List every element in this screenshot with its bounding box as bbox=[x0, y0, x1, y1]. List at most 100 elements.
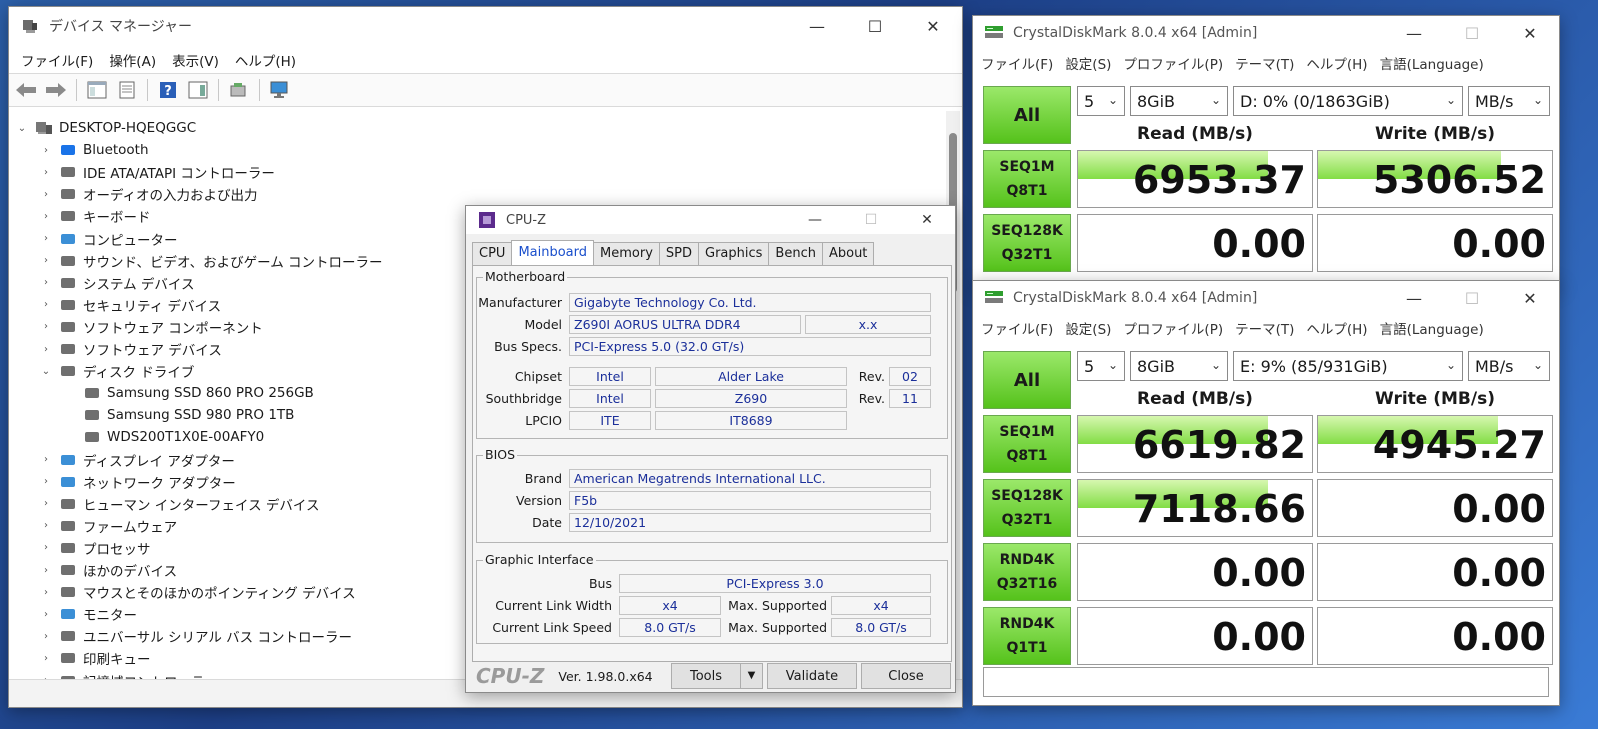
minimize-button[interactable]: — bbox=[787, 206, 843, 234]
chevron-right-icon[interactable]: › bbox=[39, 255, 53, 266]
close-button[interactable]: ✕ bbox=[1501, 16, 1559, 50]
tree-child-item[interactable]: Samsung SSD 980 PRO 1TB bbox=[83, 404, 294, 426]
properties-icon[interactable] bbox=[114, 77, 140, 103]
menu-file[interactable]: ファイル(F) bbox=[975, 53, 1059, 73]
tree-category-item[interactable]: › オーディオの入力および出力 bbox=[39, 183, 258, 205]
test-button[interactable]: SEQ128K Q32T1 bbox=[983, 479, 1071, 537]
tree-category-item[interactable]: › ディスプレイ アダプター bbox=[39, 449, 235, 471]
tree-category-item[interactable]: › IDE ATA/ATAPI コントローラー bbox=[39, 161, 275, 183]
menu-language[interactable]: 言語(Language) bbox=[1374, 53, 1490, 73]
menu-profile[interactable]: プロファイル(P) bbox=[1117, 318, 1229, 338]
chevron-down-icon[interactable]: ⌄ bbox=[15, 123, 29, 134]
chevron-right-icon[interactable]: › bbox=[39, 565, 53, 576]
chevron-right-icon[interactable]: › bbox=[39, 653, 53, 664]
drive-select[interactable]: D: 0% (0/1863GiB) ⌄ bbox=[1233, 86, 1463, 116]
cpuz-titlebar[interactable]: CPU-Z — ☐ ✕ bbox=[466, 206, 955, 234]
menu-profile[interactable]: プロファイル(P) bbox=[1117, 53, 1229, 73]
tree-category-item[interactable]: › ヒューマン インターフェイス デバイス bbox=[39, 493, 319, 515]
tab-mainboard[interactable]: Mainboard bbox=[511, 240, 595, 266]
chevron-right-icon[interactable]: › bbox=[39, 587, 53, 598]
tab-cpu[interactable]: CPU bbox=[472, 242, 513, 266]
menu-action[interactable]: 操作(A) bbox=[101, 50, 164, 70]
back-arrow-icon[interactable] bbox=[13, 77, 39, 103]
menu-view[interactable]: 表示(V) bbox=[164, 50, 227, 70]
tree-category-item[interactable]: › ほかのデバイス bbox=[39, 559, 177, 581]
drive-select[interactable]: E: 9% (85/931GiB) ⌄ bbox=[1233, 351, 1463, 381]
menu-language[interactable]: 言語(Language) bbox=[1374, 318, 1490, 338]
chevron-right-icon[interactable]: › bbox=[39, 520, 53, 531]
tree-category-item[interactable]: › コンピューター bbox=[39, 228, 178, 250]
tree-child-item[interactable]: Samsung SSD 860 PRO 256GB bbox=[83, 382, 314, 404]
menu-theme[interactable]: テーマ(T) bbox=[1229, 53, 1300, 73]
show-hide-console-tree-icon[interactable] bbox=[84, 77, 110, 103]
tree-category-item[interactable]: › ソフトウェア デバイス bbox=[39, 338, 222, 360]
test-count-select[interactable]: 5 ⌄ bbox=[1077, 351, 1125, 381]
chevron-right-icon[interactable]: › bbox=[39, 498, 53, 509]
comment-field[interactable] bbox=[983, 667, 1549, 697]
tab-memory[interactable]: Memory bbox=[593, 242, 660, 266]
close-button[interactable]: ✕ bbox=[904, 7, 962, 45]
tree-category-item[interactable]: › ユニバーサル シリアル バス コントローラー bbox=[39, 625, 352, 647]
tree-child-item[interactable]: WDS200T1X0E-00AFY0 bbox=[83, 426, 264, 448]
menu-file[interactable]: ファイル(F) bbox=[975, 318, 1059, 338]
test-button[interactable]: RND4K Q32T16 bbox=[983, 543, 1071, 601]
menu-file[interactable]: ファイル(F) bbox=[13, 50, 101, 70]
minimize-button[interactable]: — bbox=[1385, 16, 1443, 50]
maximize-button[interactable]: ☐ bbox=[846, 7, 904, 45]
close-button[interactable]: ✕ bbox=[899, 206, 955, 234]
close-button[interactable]: Close bbox=[861, 663, 951, 689]
forward-arrow-icon[interactable] bbox=[43, 77, 69, 103]
chevron-right-icon[interactable]: › bbox=[39, 167, 53, 178]
chevron-right-icon[interactable]: › bbox=[39, 189, 53, 200]
tree-category-item[interactable]: › 印刷キュー bbox=[39, 647, 151, 669]
menu-help[interactable]: ヘルプ(H) bbox=[227, 50, 304, 70]
chevron-right-icon[interactable]: › bbox=[39, 233, 53, 244]
scan-hardware-icon[interactable] bbox=[267, 77, 293, 103]
tools-button[interactable]: Tools ▼ bbox=[671, 663, 763, 689]
tab-bench[interactable]: Bench bbox=[768, 242, 823, 266]
cdm1-titlebar[interactable]: CrystalDiskMark 8.0.4 x64 [Admin] — ☐ ✕ bbox=[973, 16, 1559, 50]
tree-category-item[interactable]: › モニター bbox=[39, 603, 137, 625]
menu-theme[interactable]: テーマ(T) bbox=[1229, 318, 1300, 338]
test-button[interactable]: SEQ1M Q8T1 bbox=[983, 150, 1071, 208]
chevron-right-icon[interactable]: › bbox=[39, 344, 53, 355]
chevron-right-icon[interactable]: › bbox=[39, 609, 53, 620]
tree-category-item[interactable]: › キーボード bbox=[39, 205, 151, 227]
chevron-down-icon[interactable]: ▼ bbox=[740, 664, 762, 688]
all-button[interactable]: All bbox=[983, 351, 1071, 409]
tree-category-item[interactable]: › サウンド、ビデオ、およびゲーム コントローラー bbox=[39, 250, 383, 272]
tree-category-item[interactable]: › ネットワーク アダプター bbox=[39, 471, 236, 493]
chevron-right-icon[interactable]: › bbox=[39, 454, 53, 465]
cdm2-titlebar[interactable]: CrystalDiskMark 8.0.4 x64 [Admin] — ☐ ✕ bbox=[973, 281, 1559, 315]
test-button[interactable]: SEQ1M Q8T1 bbox=[983, 415, 1071, 473]
update-driver-icon[interactable] bbox=[226, 77, 252, 103]
all-button[interactable]: All bbox=[983, 86, 1071, 144]
tab-graphics[interactable]: Graphics bbox=[698, 242, 770, 266]
menu-settings[interactable]: 設定(S) bbox=[1059, 318, 1117, 338]
maximize-button[interactable]: ☐ bbox=[843, 206, 899, 234]
help-icon[interactable]: ? bbox=[155, 77, 181, 103]
test-size-select[interactable]: 8GiB ⌄ bbox=[1130, 351, 1228, 381]
action-pane-icon[interactable] bbox=[185, 77, 211, 103]
tree-category-item[interactable]: ›記憶域コントローラー bbox=[39, 670, 218, 679]
chevron-right-icon[interactable]: › bbox=[39, 211, 53, 222]
maximize-button[interactable]: ☐ bbox=[1443, 16, 1501, 50]
tree-category-item[interactable]: › ファームウェア bbox=[39, 515, 177, 537]
tree-category-item[interactable]: › マウスとそのほかのポインティング デバイス bbox=[39, 581, 356, 603]
chevron-right-icon[interactable]: › bbox=[39, 476, 53, 487]
chevron-right-icon[interactable]: › bbox=[39, 631, 53, 642]
menu-help[interactable]: ヘルプ(H) bbox=[1300, 53, 1373, 73]
chevron-right-icon[interactable]: › bbox=[39, 277, 53, 288]
tree-category-item[interactable]: › ソフトウェア コンポーネント bbox=[39, 316, 263, 338]
tree-category-item[interactable]: ⌄ ディスク ドライブ bbox=[39, 360, 195, 382]
menu-settings[interactable]: 設定(S) bbox=[1059, 53, 1117, 73]
tab-about[interactable]: About bbox=[821, 242, 875, 266]
tree-category-item[interactable]: › セキュリティ デバイス bbox=[39, 294, 221, 316]
tree-category-item[interactable]: › システム デバイス bbox=[39, 272, 194, 294]
chevron-right-icon[interactable]: › bbox=[39, 321, 53, 332]
tree-category-item[interactable]: › プロセッサ bbox=[39, 537, 151, 559]
minimize-button[interactable]: — bbox=[1385, 281, 1443, 315]
tree-root[interactable]: ⌄ DESKTOP-HQEQGGC bbox=[15, 117, 196, 139]
chevron-right-icon[interactable]: › bbox=[39, 542, 53, 553]
minimize-button[interactable]: — bbox=[788, 7, 846, 45]
